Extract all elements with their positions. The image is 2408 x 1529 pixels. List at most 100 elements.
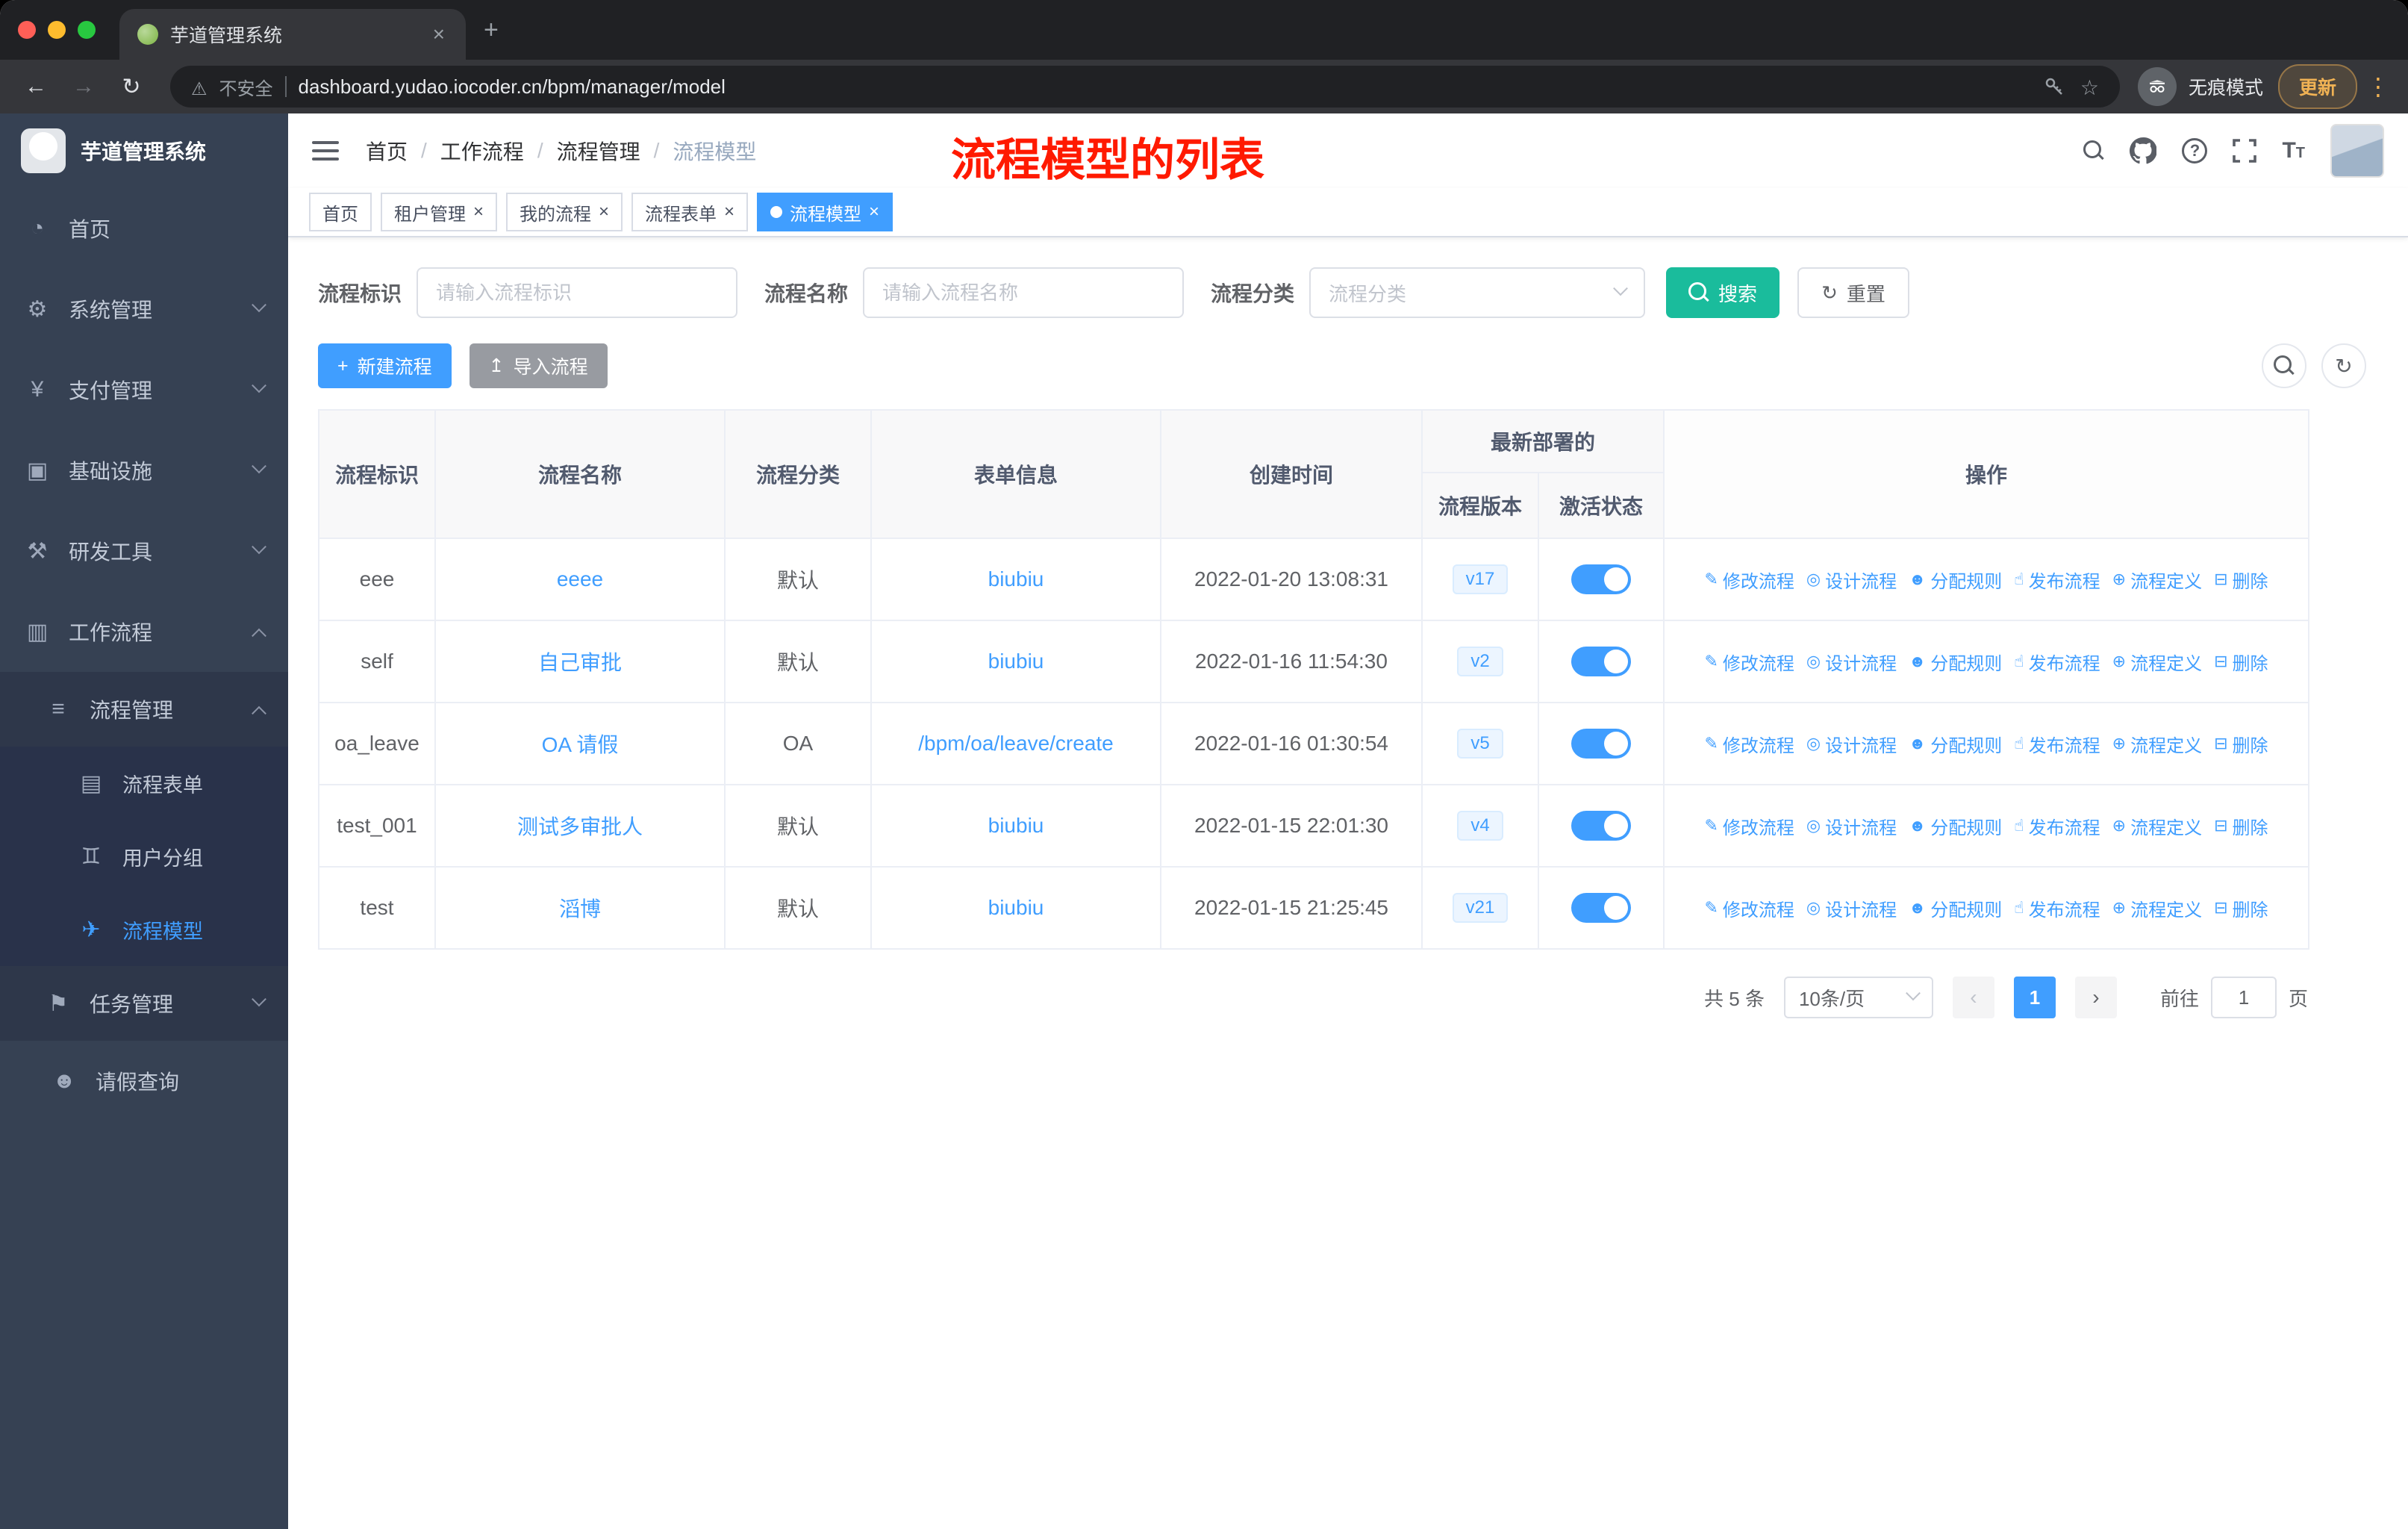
delete-process-link[interactable]: 删除 — [2214, 813, 2268, 839]
sidebar-item-process-mgmt[interactable]: 流程管理 — [0, 672, 288, 747]
security-label[interactable]: 不安全 — [219, 74, 273, 100]
github-icon[interactable] — [2130, 137, 2157, 164]
sidebar-item-task-mgmt[interactable]: 任务管理 — [0, 966, 288, 1041]
fullscreen-icon[interactable] — [2233, 139, 2257, 163]
sidebar-item-workflow[interactable]: 工作流程 — [0, 591, 288, 672]
close-icon[interactable] — [473, 202, 484, 222]
sidebar-item-process-form[interactable]: 流程表单 — [0, 747, 288, 820]
process-category-select[interactable]: 流程分类 — [1309, 267, 1646, 318]
back-button[interactable] — [15, 74, 57, 99]
active-toggle[interactable] — [1571, 564, 1631, 594]
tag-home[interactable]: 首页 — [309, 193, 372, 231]
maximize-window-button[interactable] — [78, 21, 96, 39]
process-name-link[interactable]: OA 请假 — [542, 733, 619, 756]
version-badge[interactable]: v17 — [1452, 564, 1509, 594]
sidebar-item-system[interactable]: 系统管理 — [0, 269, 288, 349]
edit-process-link[interactable]: 修改流程 — [1704, 649, 1794, 675]
assign-rule-link[interactable]: 分配规则 — [1909, 649, 2002, 675]
minimize-window-button[interactable] — [48, 21, 66, 39]
security-warning-icon[interactable] — [191, 73, 208, 101]
sidebar-item-process-model[interactable]: 流程模型 — [0, 893, 288, 966]
publish-process-link[interactable]: 发布流程 — [2014, 649, 2100, 675]
form-link[interactable]: /bpm/oa/leave/create — [918, 732, 1114, 755]
process-key-input[interactable] — [417, 267, 738, 318]
close-icon[interactable] — [724, 202, 734, 222]
delete-process-link[interactable]: 删除 — [2214, 895, 2268, 921]
close-window-button[interactable] — [18, 21, 36, 39]
refresh-table-button[interactable] — [2321, 343, 2366, 388]
edit-process-link[interactable]: 修改流程 — [1704, 731, 1794, 757]
browser-menu-icon[interactable] — [2363, 72, 2393, 101]
assign-rule-link[interactable]: 分配规则 — [1909, 731, 2002, 757]
address-bar[interactable]: 不安全 dashboard.yudao.iocoder.cn/bpm/manag… — [170, 66, 2120, 108]
design-process-link[interactable]: 设计流程 — [1806, 567, 1897, 593]
process-name-link[interactable]: eeee — [557, 567, 603, 591]
design-process-link[interactable]: 设计流程 — [1806, 731, 1897, 757]
form-link[interactable]: biubiu — [988, 814, 1044, 837]
browser-tab[interactable]: 芋道管理系统 — [119, 9, 466, 60]
delete-process-link[interactable]: 删除 — [2214, 649, 2268, 675]
sidebar-item-leave-query[interactable]: 请假查询 — [0, 1041, 288, 1121]
tab-close-icon[interactable] — [430, 22, 448, 46]
user-avatar[interactable] — [2330, 124, 2384, 178]
sidebar-item-infrastructure[interactable]: 基础设施 — [0, 430, 288, 511]
prev-page-button[interactable]: ‹ — [1952, 977, 1994, 1018]
close-icon[interactable] — [599, 202, 609, 222]
process-definition-link[interactable]: 流程定义 — [2112, 731, 2202, 757]
active-toggle[interactable] — [1571, 647, 1631, 676]
sidebar-item-user-group[interactable]: 用户分组 — [0, 820, 288, 893]
edit-process-link[interactable]: 修改流程 — [1704, 895, 1794, 921]
breadcrumb-item[interactable]: 工作流程 — [440, 136, 524, 166]
process-name-link[interactable]: 测试多审批人 — [517, 815, 643, 838]
chrome-update-button[interactable]: 更新 — [2277, 64, 2357, 109]
design-process-link[interactable]: 设计流程 — [1806, 813, 1897, 839]
goto-page-input[interactable] — [2210, 977, 2277, 1018]
process-name-link[interactable]: 滔博 — [559, 897, 601, 921]
breadcrumb-item[interactable]: 首页 — [366, 136, 408, 166]
active-toggle[interactable] — [1571, 811, 1631, 841]
edit-process-link[interactable]: 修改流程 — [1704, 567, 1794, 593]
bookmark-star-icon[interactable] — [2080, 73, 2099, 101]
version-badge[interactable]: v5 — [1457, 729, 1503, 759]
help-icon[interactable] — [2182, 138, 2208, 164]
sidebar-item-devtools[interactable]: 研发工具 — [0, 511, 288, 591]
password-key-icon[interactable] — [2043, 75, 2065, 98]
version-badge[interactable]: v4 — [1457, 811, 1503, 841]
reset-button[interactable]: 重置 — [1797, 267, 1909, 318]
publish-process-link[interactable]: 发布流程 — [2014, 731, 2100, 757]
process-definition-link[interactable]: 流程定义 — [2112, 567, 2202, 593]
publish-process-link[interactable]: 发布流程 — [2014, 895, 2100, 921]
tag-my-process[interactable]: 我的流程 — [506, 193, 623, 231]
process-definition-link[interactable]: 流程定义 — [2112, 649, 2202, 675]
form-link[interactable]: biubiu — [988, 567, 1044, 591]
sidebar-item-payment[interactable]: 支付管理 — [0, 349, 288, 430]
page-number-button[interactable]: 1 — [2013, 977, 2056, 1018]
process-name-input[interactable] — [863, 267, 1185, 318]
create-process-button[interactable]: 新建流程 — [318, 343, 452, 388]
design-process-link[interactable]: 设计流程 — [1806, 895, 1897, 921]
process-definition-link[interactable]: 流程定义 — [2112, 813, 2202, 839]
search-button[interactable]: 搜索 — [1666, 267, 1780, 318]
publish-process-link[interactable]: 发布流程 — [2014, 567, 2100, 593]
search-icon[interactable] — [2083, 140, 2104, 161]
design-process-link[interactable]: 设计流程 — [1806, 649, 1897, 675]
new-tab-button[interactable] — [484, 16, 499, 45]
process-name-link[interactable]: 自己审批 — [538, 651, 622, 674]
assign-rule-link[interactable]: 分配规则 — [1909, 567, 2002, 593]
form-link[interactable]: biubiu — [988, 896, 1044, 919]
page-size-select[interactable]: 10条/页 — [1783, 977, 1933, 1018]
version-badge[interactable]: v2 — [1457, 647, 1503, 676]
tag-tenant-mgmt[interactable]: 租户管理 — [381, 193, 498, 231]
toggle-search-button[interactable] — [2262, 343, 2306, 388]
reload-button[interactable] — [110, 74, 152, 100]
active-toggle[interactable] — [1571, 729, 1631, 759]
sidebar-logo[interactable]: 芋道管理系统 — [0, 113, 288, 188]
next-page-button[interactable]: › — [2074, 977, 2117, 1018]
assign-rule-link[interactable]: 分配规则 — [1909, 895, 2002, 921]
version-badge[interactable]: v21 — [1452, 893, 1509, 923]
delete-process-link[interactable]: 删除 — [2214, 567, 2268, 593]
sidebar-toggle-icon[interactable] — [312, 141, 339, 161]
edit-process-link[interactable]: 修改流程 — [1704, 813, 1794, 839]
form-link[interactable]: biubiu — [988, 650, 1044, 673]
delete-process-link[interactable]: 删除 — [2214, 731, 2268, 757]
